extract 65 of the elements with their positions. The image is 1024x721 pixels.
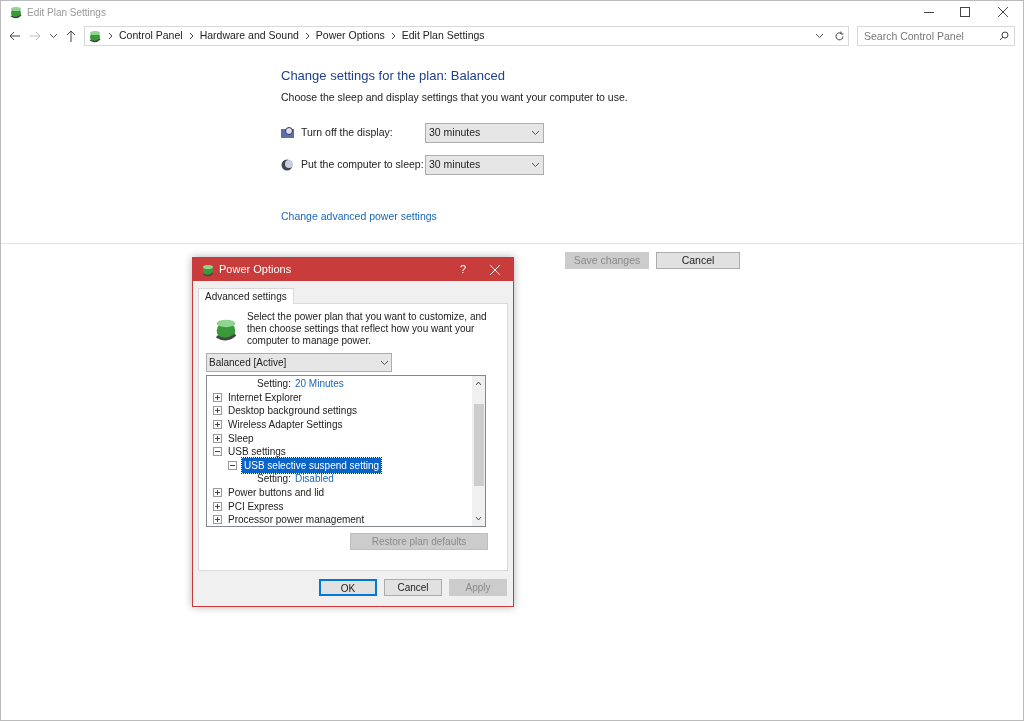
power-plan-icon [88, 29, 102, 43]
tree-item[interactable]: PCI Express [227, 498, 285, 514]
setting-label: Setting: [257, 377, 291, 392]
maximize-icon [960, 7, 970, 17]
expand-icon[interactable] [213, 406, 222, 416]
breadcrumb-item[interactable]: Edit Plan Settings [401, 28, 485, 44]
plan-dropdown[interactable]: Balanced [Active] [206, 353, 392, 372]
expand-icon[interactable] [213, 501, 222, 511]
power-plan-icon [9, 5, 23, 19]
expand-icon[interactable] [213, 433, 222, 443]
chevron-right-icon [304, 32, 310, 40]
tree-item[interactable]: Power buttons and lid [227, 485, 326, 501]
expand-icon[interactable] [213, 392, 222, 402]
recent-pages-icon [49, 33, 58, 39]
advanced-settings-link[interactable]: Change advanced power settings [281, 209, 437, 225]
page-description: Choose the sleep and display settings that you want your computer to use. [281, 89, 629, 105]
refresh-icon[interactable] [834, 30, 845, 42]
breadcrumb-item[interactable]: Hardware and Sound [199, 28, 299, 44]
close-icon [998, 7, 1008, 17]
monitor-clock-icon [281, 127, 294, 140]
tree-item[interactable]: USB selective suspend setting [242, 457, 382, 473]
page-heading: Change settings for the plan: Balanced [281, 67, 507, 85]
dialog-button[interactable]: Cancel [384, 579, 442, 596]
dialog-button[interactable]: OK [319, 579, 377, 596]
intro-text: Select the power plan that you want to customize, and then choose settings that reflect how you want your computer to manage power. [247, 311, 487, 347]
tree-item[interactable]: USB settings [227, 444, 287, 460]
chevron-right-icon [188, 32, 194, 40]
dialog-title: Power Options [219, 262, 292, 278]
scrollbar[interactable] [472, 376, 485, 526]
address-history-icon [815, 33, 824, 39]
setting-label: Setting: [257, 472, 291, 487]
scroll-thumb[interactable] [473, 404, 484, 486]
dialog-button[interactable]: Cancel [656, 252, 740, 269]
breadcrumb-item[interactable]: Control Panel [119, 28, 183, 44]
chevron-right-icon [108, 32, 113, 40]
tree-item[interactable]: Sleep [227, 430, 255, 446]
power-plan-icon [201, 262, 215, 277]
moon-icon [281, 159, 293, 172]
tree-item[interactable]: Internet Explorer [227, 389, 303, 405]
collapse-icon[interactable] [213, 447, 222, 457]
minimize-icon [924, 11, 934, 13]
expand-icon[interactable] [213, 488, 222, 498]
expand-icon[interactable] [213, 420, 222, 430]
setting-label: Turn off the display: [301, 125, 394, 141]
address-bar[interactable]: Control Panel Hardware and Sound Power Options Edit Plan Settings [84, 26, 849, 46]
tree-item[interactable]: Processor power management [227, 512, 366, 526]
chevron-right-icon [390, 32, 396, 40]
setting-value[interactable]: 20 Minutes [294, 376, 344, 392]
breadcrumb-item[interactable]: Power Options [315, 28, 385, 44]
tree-item[interactable]: Wireless Adapter Settings [227, 417, 344, 433]
tab[interactable]: Advanced settings [198, 288, 294, 304]
setting-value[interactable]: Disabled [294, 471, 334, 487]
setting-label: Put the computer to sleep: [301, 157, 425, 173]
collapse-icon[interactable] [228, 460, 237, 470]
help-button[interactable]: ? [449, 258, 477, 281]
search-icon [999, 31, 1009, 41]
up-icon[interactable] [66, 30, 76, 42]
search-field[interactable]: Search Control Panel [857, 26, 1015, 46]
tree-item[interactable]: Desktop background settings [227, 403, 358, 419]
time-dropdown[interactable]: 30 minutes [425, 155, 544, 176]
expand-icon[interactable] [213, 515, 222, 525]
time-dropdown[interactable]: 30 minutes [425, 123, 544, 144]
close-icon [490, 264, 500, 275]
back-icon[interactable] [9, 31, 21, 41]
window-title: Edit Plan Settings [27, 5, 106, 20]
